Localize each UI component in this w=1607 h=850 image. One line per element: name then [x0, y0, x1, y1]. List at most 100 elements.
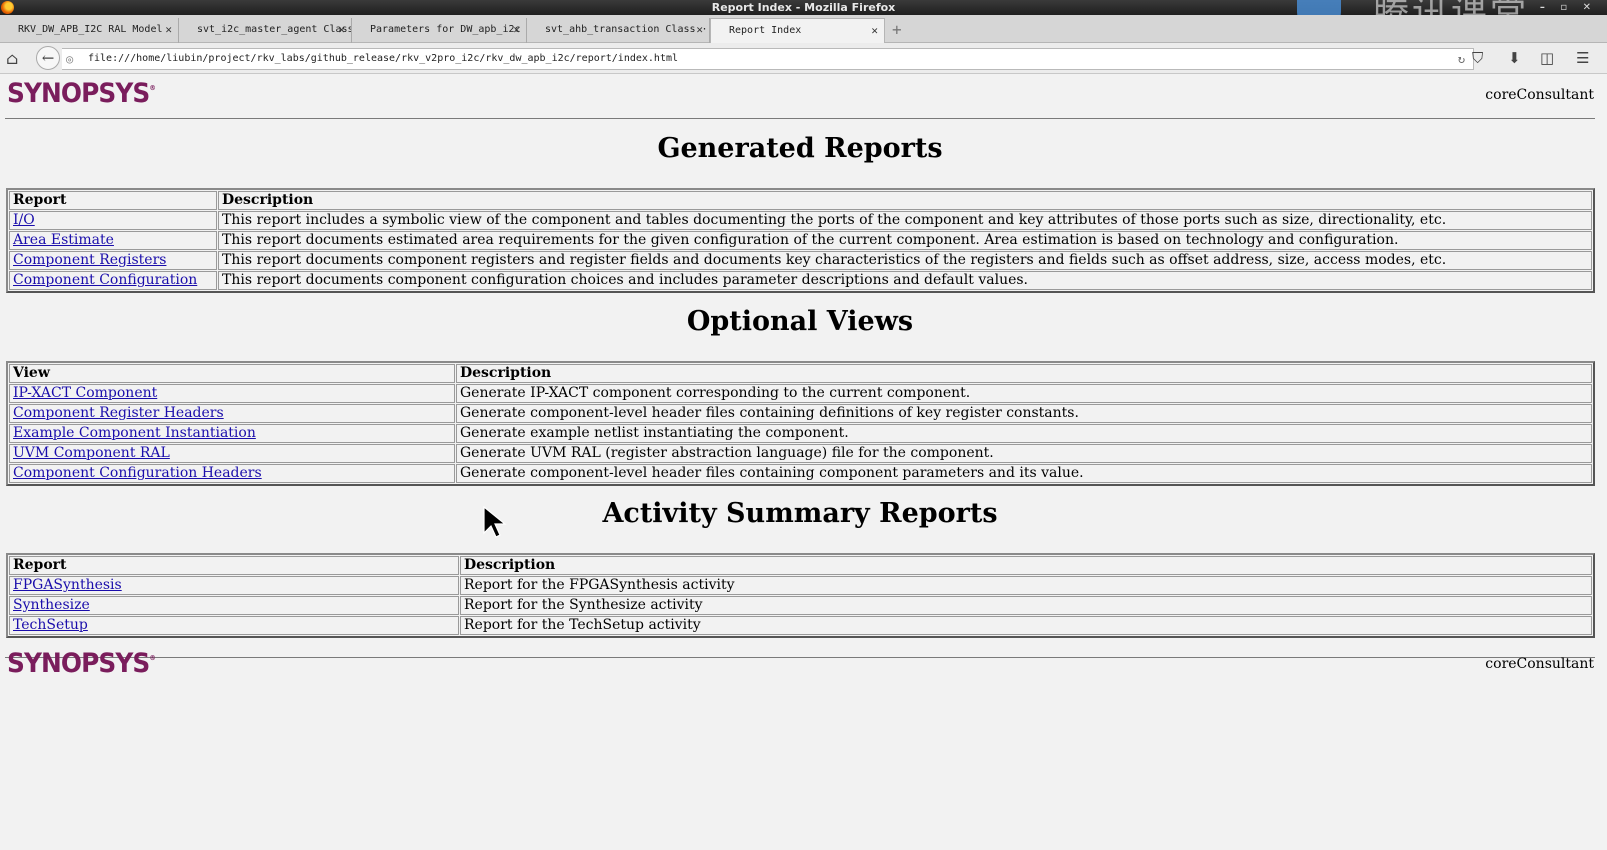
- table-row: Component Configuration Headers Generate…: [9, 464, 1592, 483]
- brand-name-footer: coreConsultant: [1485, 656, 1594, 672]
- window-controls[interactable]: – ▫ ✕: [1540, 0, 1597, 15]
- table-cell: Component Configuration: [9, 271, 217, 290]
- report-link-area-estimate[interactable]: Area Estimate: [13, 232, 114, 248]
- table-cell: Synthesize: [9, 596, 459, 615]
- table-row: FPGASynthesis Report for the FPGASynthes…: [9, 576, 1592, 595]
- activity-summary-reports-title: Activity Summary Reports: [602, 498, 998, 529]
- table-cell: Component Registers: [9, 251, 217, 270]
- activity-summary-reports-table: Report Description FPGASynthesis Report …: [6, 553, 1595, 638]
- column-header: View: [9, 364, 455, 383]
- table-header-row: Report Description: [9, 191, 1592, 210]
- activity-link-synthesize[interactable]: Synthesize: [13, 597, 90, 613]
- optional-views-table: View Description IP-XACT Component Gener…: [6, 361, 1595, 486]
- reload-icon[interactable]: ↻: [1458, 49, 1465, 69]
- report-link-component-registers[interactable]: Component Registers: [13, 252, 166, 268]
- pocket-icon[interactable]: ⛉: [1472, 49, 1483, 67]
- sidebar-icon[interactable]: ◫: [1540, 49, 1554, 67]
- table-row: Example Component Instantiation Generate…: [9, 424, 1592, 443]
- new-tab-icon[interactable]: +: [892, 19, 902, 41]
- tab-label: svt_i2c_master_agent Class···: [197, 24, 351, 35]
- row-description: This report documents component configur…: [218, 271, 1592, 290]
- brand-name: coreConsultant: [1485, 87, 1594, 103]
- column-header: Description: [218, 191, 1592, 210]
- close-icon[interactable]: ✕: [165, 18, 172, 42]
- header-divider: [5, 118, 1595, 119]
- view-link-component-register-headers[interactable]: Component Register Headers: [13, 405, 224, 421]
- page-content: SYNOPSYS® coreConsultant Generated Repor…: [0, 74, 1600, 850]
- tab-master-agent[interactable]: svt_i2c_master_agent Class··· ✕: [179, 18, 352, 43]
- tab-label: svt_ahb_transaction Class ···: [545, 24, 710, 35]
- table-cell: IP-XACT Component: [9, 384, 455, 403]
- row-description: Generate IP-XACT component corresponding…: [456, 384, 1592, 403]
- synopsys-logo: SYNOPSYS®: [7, 78, 156, 109]
- table-cell: I/O: [9, 211, 217, 230]
- generated-reports-table: Report Description I/O This report inclu…: [6, 188, 1595, 293]
- page-info-icon[interactable]: ◎: [66, 49, 73, 69]
- table-row: UVM Component RAL Generate UVM RAL (regi…: [9, 444, 1592, 463]
- table-cell: Component Register Headers: [9, 404, 455, 423]
- table-cell: Area Estimate: [9, 231, 217, 250]
- view-link-component-configuration-headers[interactable]: Component Configuration Headers: [13, 465, 262, 481]
- navigation-bar: ⌂ ← ◎ file:///home/liubin/project/rkv_la…: [0, 43, 1607, 74]
- column-header: Description: [460, 556, 1592, 575]
- view-link-example-component-instantiation[interactable]: Example Component Instantiation: [13, 425, 256, 441]
- menu-icon[interactable]: ☰: [1576, 49, 1589, 67]
- download-icon[interactable]: ⬇: [1508, 49, 1521, 67]
- report-link-component-configuration[interactable]: Component Configuration: [13, 272, 197, 288]
- tab-label: Parameters for DW_apb_i2c ···: [370, 24, 526, 35]
- optional-views-title: Optional Views: [686, 306, 914, 337]
- table-row: IP-XACT Component Generate IP-XACT compo…: [9, 384, 1592, 403]
- mouse-cursor-icon: [483, 505, 507, 538]
- table-cell: Component Configuration Headers: [9, 464, 455, 483]
- close-icon[interactable]: ✕: [871, 19, 878, 43]
- view-link-ip-xact-component[interactable]: IP-XACT Component: [13, 385, 157, 401]
- table-row: Area Estimate This report documents esti…: [9, 231, 1592, 250]
- table-row: I/O This report includes a symbolic view…: [9, 211, 1592, 230]
- row-description: Generate component-level header files co…: [456, 404, 1592, 423]
- table-cell: TechSetup: [9, 616, 459, 635]
- home-icon[interactable]: ⌂: [6, 49, 18, 68]
- table-row: Synthesize Report for the Synthesize act…: [9, 596, 1592, 615]
- table-row: Component Registers This report document…: [9, 251, 1592, 270]
- row-description: Generate UVM RAL (register abstraction l…: [456, 444, 1592, 463]
- tab-ahb-transaction[interactable]: svt_ahb_transaction Class ··· ✕: [527, 18, 710, 43]
- window-title: Report Index - Mozilla Firefox: [711, 1, 896, 14]
- table-cell: Example Component Instantiation: [9, 424, 455, 443]
- tab-bar: RKV_DW_APB_I2C RAL Model ✕ svt_i2c_maste…: [0, 15, 1607, 44]
- row-description: Report for the TechSetup activity: [460, 616, 1592, 635]
- window-titlebar: Report Index - Mozilla Firefox – ▫ ✕: [0, 0, 1607, 15]
- table-row: Component Register Headers Generate comp…: [9, 404, 1592, 423]
- tab-report-index[interactable]: Report Index ✕: [710, 18, 885, 44]
- close-icon[interactable]: ✕: [696, 18, 703, 42]
- url-text: file:///home/liubin/project/rkv_labs/git…: [88, 53, 679, 64]
- column-header: Report: [9, 191, 217, 210]
- tab-ral-model[interactable]: RKV_DW_APB_I2C RAL Model ✕: [0, 18, 179, 43]
- row-description: Report for the Synthesize activity: [460, 596, 1592, 615]
- close-icon[interactable]: ✕: [338, 18, 345, 42]
- row-description: This report documents component register…: [218, 251, 1592, 270]
- back-icon[interactable]: ←: [36, 46, 60, 70]
- table-header-row: Report Description: [9, 556, 1592, 575]
- report-link-io[interactable]: I/O: [13, 212, 35, 228]
- row-description: This report documents estimated area req…: [218, 231, 1592, 250]
- table-cell: FPGASynthesis: [9, 576, 459, 595]
- table-row: TechSetup Report for the TechSetup activ…: [9, 616, 1592, 635]
- row-description: This report includes a symbolic view of …: [218, 211, 1592, 230]
- view-link-uvm-component-ral[interactable]: UVM Component RAL: [13, 445, 170, 461]
- row-description: Report for the FPGASynthesis activity: [460, 576, 1592, 595]
- table-cell: UVM Component RAL: [9, 444, 455, 463]
- activity-link-techsetup[interactable]: TechSetup: [13, 617, 88, 633]
- tab-parameters[interactable]: Parameters for DW_apb_i2c ··· ✕: [352, 18, 527, 43]
- tab-label: Report Index: [729, 25, 802, 36]
- activity-link-fpgasynthesis[interactable]: FPGASynthesis: [13, 577, 122, 593]
- row-description: Generate component-level header files co…: [456, 464, 1592, 483]
- url-bar[interactable]: ◎ file:///home/liubin/project/rkv_labs/g…: [62, 48, 1474, 70]
- column-header: Report: [9, 556, 459, 575]
- synopsys-logo-footer: SYNOPSYS®: [7, 648, 156, 679]
- close-icon[interactable]: ✕: [513, 18, 520, 42]
- table-header-row: View Description: [9, 364, 1592, 383]
- generated-reports-title: Generated Reports: [657, 133, 943, 164]
- firefox-icon: [1, 1, 14, 14]
- footer-divider: [5, 657, 1595, 658]
- row-description: Generate example netlist instantiating t…: [456, 424, 1592, 443]
